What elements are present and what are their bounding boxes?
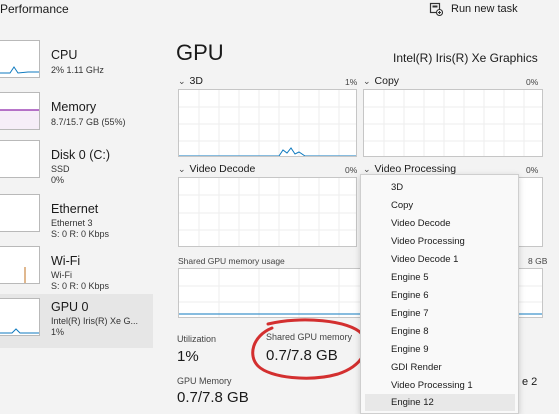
page-title: GPU <box>176 40 224 65</box>
run-new-task-button[interactable]: Run new task <box>429 0 518 18</box>
sidebar-item-title: Wi-Fi <box>51 254 81 268</box>
memory-thumbnail-graph <box>0 92 40 130</box>
engine-graph-3d <box>178 89 357 157</box>
shared-memory-max-label: 8 GB <box>528 256 548 266</box>
sidebar-item-gpu[interactable]: GPU 0 Intel(R) Iris(R) Xe G... 1% <box>0 294 153 348</box>
ethernet-thumbnail-graph <box>0 194 40 232</box>
dropdown-item[interactable]: Video Decode 1 <box>365 251 515 268</box>
engine-graph-video-decode <box>178 177 357 247</box>
dropdown-item[interactable]: GDI Render <box>365 359 515 376</box>
dropdown-item[interactable]: Video Decode <box>365 215 515 232</box>
engine-label: Video Decode <box>189 163 256 175</box>
sidebar-item-title: CPU <box>51 48 78 62</box>
sidebar-item-sub: 2% 1.11 GHz <box>51 65 104 75</box>
dropdown-item[interactable]: Engine 7 <box>365 305 515 322</box>
utilization-label: Utilization <box>177 334 217 344</box>
chevron-down-icon: ⌄ <box>178 75 186 86</box>
engine-graph-copy <box>363 89 543 157</box>
chevron-down-icon: ⌄ <box>363 163 371 174</box>
sidebar-item-sub: Ethernet 3 <box>51 218 93 228</box>
partial-stat-label: e 2 <box>522 376 538 388</box>
dropdown-item[interactable]: Engine 6 <box>365 287 515 304</box>
sidebar-item-sub: 1% <box>51 327 65 337</box>
sidebar-item-title: Memory <box>51 100 97 114</box>
sidebar-item-sub: S: 0 R: 0 Kbps <box>51 229 110 239</box>
wifi-thumbnail-graph <box>0 246 40 284</box>
sidebar-item-sub: S: 0 R: 0 Kbps <box>51 281 110 291</box>
run-task-label: Run new task <box>451 3 518 15</box>
dropdown-item[interactable]: Engine 9 <box>365 341 515 358</box>
engine-percent: 1% <box>345 77 358 87</box>
sidebar-item-sub: SSD <box>51 164 70 174</box>
engine-dropdown-menu: 3D Copy Video Decode Video Processing Vi… <box>360 174 519 414</box>
disk-thumbnail-graph <box>0 140 40 178</box>
window-title: Performance <box>0 2 69 16</box>
utilization-value: 1% <box>177 348 199 365</box>
dropdown-item[interactable]: Video Processing 1 <box>365 377 515 394</box>
gpu-memory-label: GPU Memory <box>177 376 232 386</box>
sidebar-item-sub: Wi-Fi <box>51 270 72 280</box>
gpu-thumbnail-graph <box>0 298 40 336</box>
engine-selector-copy[interactable]: ⌄ Copy <box>363 75 399 87</box>
shared-memory-usage-label: Shared GPU memory usage <box>178 256 285 266</box>
dropdown-item[interactable]: 3D <box>365 179 515 196</box>
chevron-down-icon: ⌄ <box>363 75 371 86</box>
sidebar-item-title: Ethernet <box>51 202 99 216</box>
sidebar: CPU 2% 1.11 GHz Memory 8.7/15.7 GB (55%)… <box>0 28 153 414</box>
sidebar-item-title: GPU 0 <box>51 300 89 314</box>
gpu-model-name: Intel(R) Iris(R) Xe Graphics <box>393 51 538 65</box>
sidebar-item-title: Disk 0 (C:) <box>51 148 111 162</box>
dropdown-item[interactable]: Engine 8 <box>365 323 515 340</box>
cpu-thumbnail-graph <box>0 40 40 78</box>
sidebar-item-sub: Intel(R) Iris(R) Xe G... <box>51 316 139 326</box>
sidebar-item-memory[interactable]: Memory 8.7/15.7 GB (55%) <box>0 88 153 140</box>
sidebar-item-cpu[interactable]: CPU 2% 1.11 GHz <box>0 36 153 88</box>
dropdown-item[interactable]: Engine 5 <box>365 269 515 286</box>
engine-selector-video-decode[interactable]: ⌄ Video Decode <box>178 163 255 175</box>
gpu-memory-value: 0.7/7.8 GB <box>177 389 249 406</box>
sidebar-item-sub: 0% <box>51 175 65 185</box>
sidebar-item-ethernet[interactable]: Ethernet Ethernet 3 S: 0 R: 0 Kbps <box>0 190 153 242</box>
engine-percent: 0% <box>526 165 539 175</box>
run-task-icon <box>429 2 443 16</box>
annotation-circle <box>250 318 370 387</box>
sidebar-item-wifi[interactable]: Wi-Fi Wi-Fi S: 0 R: 0 Kbps <box>0 242 153 294</box>
dropdown-item[interactable]: Copy <box>365 197 515 214</box>
engine-selector-3d[interactable]: ⌄ 3D <box>178 75 203 87</box>
sidebar-item-sub: 8.7/15.7 GB (55%) <box>51 117 126 127</box>
dropdown-item-selected[interactable]: Engine 12 <box>365 394 515 411</box>
engine-percent: 0% <box>526 77 539 87</box>
engine-label: 3D <box>189 75 203 87</box>
chevron-down-icon: ⌄ <box>178 163 186 174</box>
engine-label: Copy <box>374 75 400 87</box>
engine-percent: 0% <box>345 165 358 175</box>
dropdown-item[interactable]: Video Processing <box>365 233 515 250</box>
sidebar-item-disk[interactable]: Disk 0 (C:) SSD 0% <box>0 136 153 188</box>
